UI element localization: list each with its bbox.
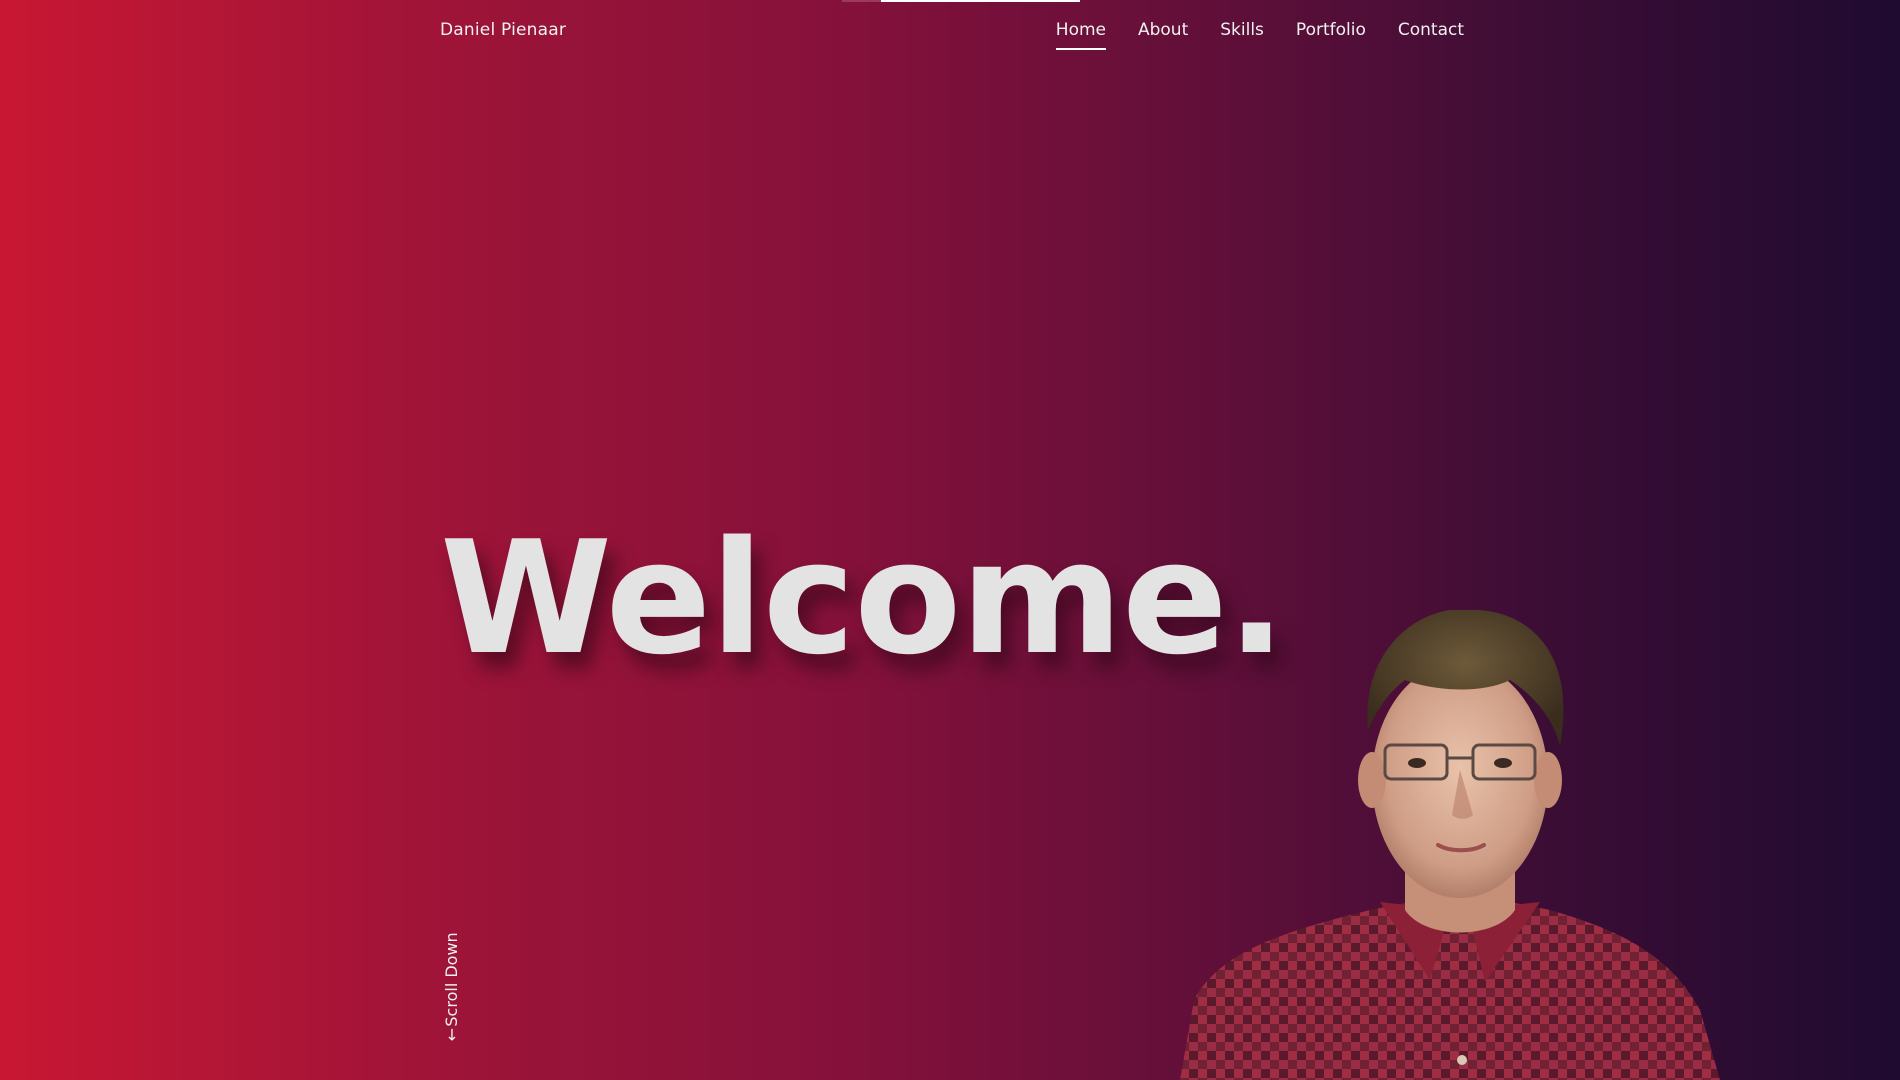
nav-link-skills[interactable]: Skills (1220, 20, 1264, 50)
nav-link-portfolio[interactable]: Portfolio (1296, 20, 1366, 50)
hero-headline: Welcome. (440, 507, 1286, 689)
nav-link-home[interactable]: Home (1055, 20, 1107, 50)
nav-item-about: About (1138, 20, 1188, 50)
nav-item-skills: Skills (1220, 20, 1264, 50)
portrait-photo (1180, 610, 1720, 1080)
nav-links: Home About Skills Portfolio Contact (1055, 20, 1464, 50)
scroll-down-content: ↓ Scroll Down (440, 932, 464, 1044)
brand-link[interactable]: Daniel Pienaar (440, 20, 566, 40)
arrow-down-icon: ↓ (445, 1025, 459, 1045)
scroll-down-link[interactable]: ↓ Scroll Down (440, 928, 464, 1044)
scroll-down-label: Scroll Down (442, 932, 461, 1027)
nav-item-portfolio: Portfolio (1296, 20, 1366, 50)
navbar: Daniel Pienaar Home About Skills Portfol… (440, 0, 1464, 64)
nav-link-about[interactable]: About (1138, 20, 1188, 50)
nav-item-contact: Contact (1398, 20, 1464, 50)
nav-item-home: Home (1055, 20, 1107, 50)
nav-link-contact[interactable]: Contact (1398, 20, 1464, 50)
